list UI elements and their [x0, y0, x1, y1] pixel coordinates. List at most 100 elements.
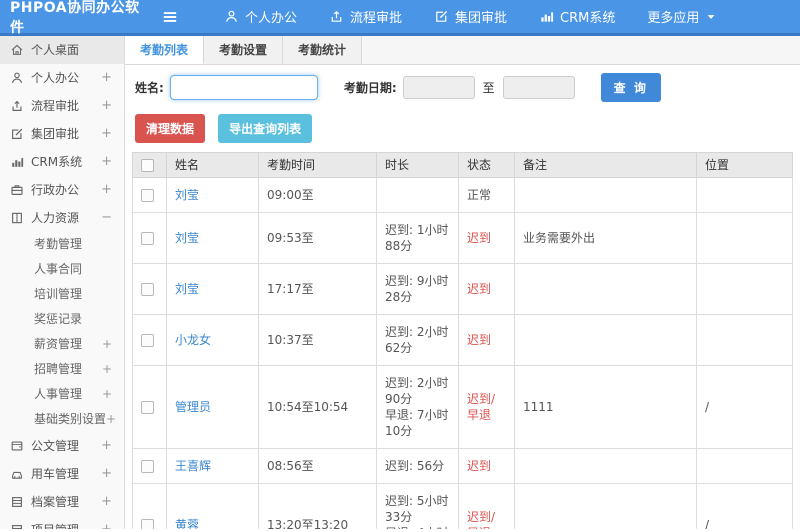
sidebar-item-human-resources[interactable]: 人力资源 −: [0, 204, 124, 232]
sidebar-subitem-training-management[interactable]: 培训管理: [0, 282, 124, 307]
edit-icon: [10, 127, 24, 141]
sidebar-item-label: 项目管理: [31, 516, 101, 529]
name-cell[interactable]: 管理员: [166, 365, 259, 449]
row-checkbox-cell: [132, 212, 167, 264]
sidebar-subitem-reward-punishment-records[interactable]: 奖惩记录: [0, 307, 124, 332]
tab-attendance-settings[interactable]: 考勤设置: [204, 36, 284, 64]
expander-plus-icon[interactable]: +: [101, 176, 114, 204]
duration-line: 早退: 4小时67分: [385, 525, 450, 529]
sidebar-subitem-personnel-management[interactable]: 人事管理 +: [0, 382, 124, 407]
nav-item-group-approval[interactable]: 集团审批: [418, 0, 523, 35]
row-checkbox[interactable]: [141, 460, 154, 473]
name-cell[interactable]: 刘莹: [166, 263, 259, 315]
column-header: 考勤时间: [258, 152, 377, 178]
sidebar-item-personal-office[interactable]: 个人办公 +: [0, 64, 124, 92]
sidebar-subitem-recruitment-management[interactable]: 招聘管理 +: [0, 357, 124, 382]
sidebar-item-document-management[interactable]: 公文管理 +: [0, 432, 124, 460]
row-checkbox[interactable]: [141, 232, 154, 245]
status-cell: 迟到: [458, 212, 515, 264]
expander-plus-icon[interactable]: +: [101, 120, 114, 148]
sidebar-subitem-label: 基础类别设置: [34, 412, 107, 426]
duration-line: 迟到: 2小时62分: [385, 325, 449, 355]
duration-line: 迟到: 1小时88分: [385, 223, 449, 253]
caret-down-icon: [705, 11, 717, 23]
nav-item-workflow-approval[interactable]: 流程审批: [313, 0, 418, 35]
date-to-input[interactable]: [502, 76, 575, 99]
expander-plus-icon[interactable]: +: [102, 382, 114, 407]
table-row: 刘莹 17:17至 迟到: 9小时28分 迟到: [132, 263, 793, 315]
sidebar-item-group-approval[interactable]: 集团审批 +: [0, 120, 124, 148]
sidebar-item-crm-system[interactable]: CRM系统 +: [0, 148, 124, 176]
sidebar-subitem-basic-category-settings[interactable]: 基础类别设置 +: [0, 407, 124, 432]
hamburger-icon: [161, 7, 179, 26]
sidebar-item-personal-desktop[interactable]: 个人桌面: [0, 36, 124, 64]
table-body: 刘莹 09:00至 正常 刘莹 09:53至 迟到: 1小时88分 迟到 业务需要外出 刘莹 17…: [132, 177, 793, 529]
nav-item-personal-office[interactable]: 个人办公: [208, 0, 313, 35]
time-cell: 10:37至: [258, 314, 377, 366]
time-cell: 09:53至: [258, 212, 377, 264]
duration-line: 早退: 7小时10分: [385, 408, 449, 438]
nav-item-label: 流程审批: [350, 11, 403, 26]
sidebar-item-admin-office[interactable]: 行政办公 +: [0, 176, 124, 204]
location-cell: /: [696, 483, 793, 529]
column-header: 时长: [376, 152, 459, 178]
table-row: 管理员 10:54至10:54 迟到: 2小时90分 早退: 7小时10分 迟到/早退 1…: [132, 365, 793, 449]
expander-plus-icon[interactable]: +: [101, 516, 114, 529]
expander-plus-icon[interactable]: +: [101, 432, 114, 460]
chart-icon: [10, 155, 24, 169]
edit-icon: [434, 9, 449, 24]
sidebar-subitem-attendance-management[interactable]: 考勤管理: [0, 232, 124, 257]
expander-plus-icon[interactable]: +: [101, 488, 114, 516]
sidebar-item-label: 用车管理: [31, 467, 80, 481]
nav-item-crm-system[interactable]: CRM系统: [523, 0, 631, 35]
nav-item-label: 更多应用: [647, 11, 700, 26]
column-header: 位置: [696, 152, 793, 178]
attendance-table: 姓名 考勤时间 时长 状态 备注 位置 刘莹 09:00至 正常 刘莹 09:53至 迟到: 1小时…: [132, 152, 793, 529]
table-row: 小龙女 10:37至 迟到: 2小时62分 迟到: [132, 314, 793, 366]
expander-plus-icon[interactable]: +: [101, 92, 114, 120]
sidebar-subitem-salary-management[interactable]: 薪资管理 +: [0, 332, 124, 357]
nav-item-more-apps[interactable]: 更多应用: [631, 0, 733, 35]
clean-data-button[interactable]: 清理数据: [135, 114, 206, 143]
note-cell: [514, 263, 697, 315]
expander-plus-icon[interactable]: +: [106, 407, 118, 432]
name-cell[interactable]: 刘莹: [166, 212, 259, 264]
expander-plus-icon[interactable]: +: [101, 148, 114, 176]
expander-plus-icon[interactable]: +: [101, 460, 114, 488]
time-cell: 13:20至13:20: [258, 483, 377, 529]
search-button[interactable]: 查 询: [600, 73, 661, 102]
expander-plus-icon[interactable]: +: [102, 332, 114, 357]
sidebar-subitem-personnel-contract[interactable]: 人事合同: [0, 257, 124, 282]
sidebar-item-workflow-approval[interactable]: 流程审批 +: [0, 92, 124, 120]
tab-attendance-statistics[interactable]: 考勤统计: [283, 36, 363, 64]
expander-minus-icon[interactable]: −: [101, 204, 114, 232]
row-checkbox[interactable]: [141, 283, 154, 296]
row-checkbox[interactable]: [141, 189, 154, 202]
archive-icon: [10, 495, 24, 509]
date-from-input[interactable]: [402, 76, 475, 99]
row-checkbox[interactable]: [141, 519, 154, 529]
name-cell[interactable]: 黄蓉: [166, 483, 259, 529]
sidebar-item-archive-management[interactable]: 档案管理 +: [0, 488, 124, 516]
row-checkbox-cell: [132, 448, 167, 484]
tab-attendance-list[interactable]: 考勤列表: [125, 36, 205, 64]
name-cell[interactable]: 小龙女: [166, 314, 259, 366]
column-header: 姓名: [166, 152, 259, 178]
note-cell: [514, 177, 697, 213]
name-cell[interactable]: 刘莹: [166, 177, 259, 213]
row-checkbox[interactable]: [141, 334, 154, 347]
location-cell: [696, 263, 793, 315]
expander-plus-icon[interactable]: +: [102, 357, 114, 382]
select-all-checkbox[interactable]: [141, 159, 154, 172]
export-list-button[interactable]: 导出查询列表: [218, 114, 313, 143]
status-cell: 迟到: [458, 314, 515, 366]
name-cell[interactable]: 王喜辉: [166, 448, 259, 484]
menu-toggle-button[interactable]: [150, 7, 190, 27]
time-cell: 17:17至: [258, 263, 377, 315]
row-checkbox[interactable]: [141, 401, 154, 414]
sidebar-item-project-management[interactable]: 项目管理+: [0, 516, 124, 529]
expander-plus-icon[interactable]: +: [101, 64, 114, 92]
sidebar-item-vehicle-management[interactable]: 用车管理 +: [0, 460, 124, 488]
name-input[interactable]: [169, 75, 318, 100]
duration-cell: [376, 177, 459, 213]
